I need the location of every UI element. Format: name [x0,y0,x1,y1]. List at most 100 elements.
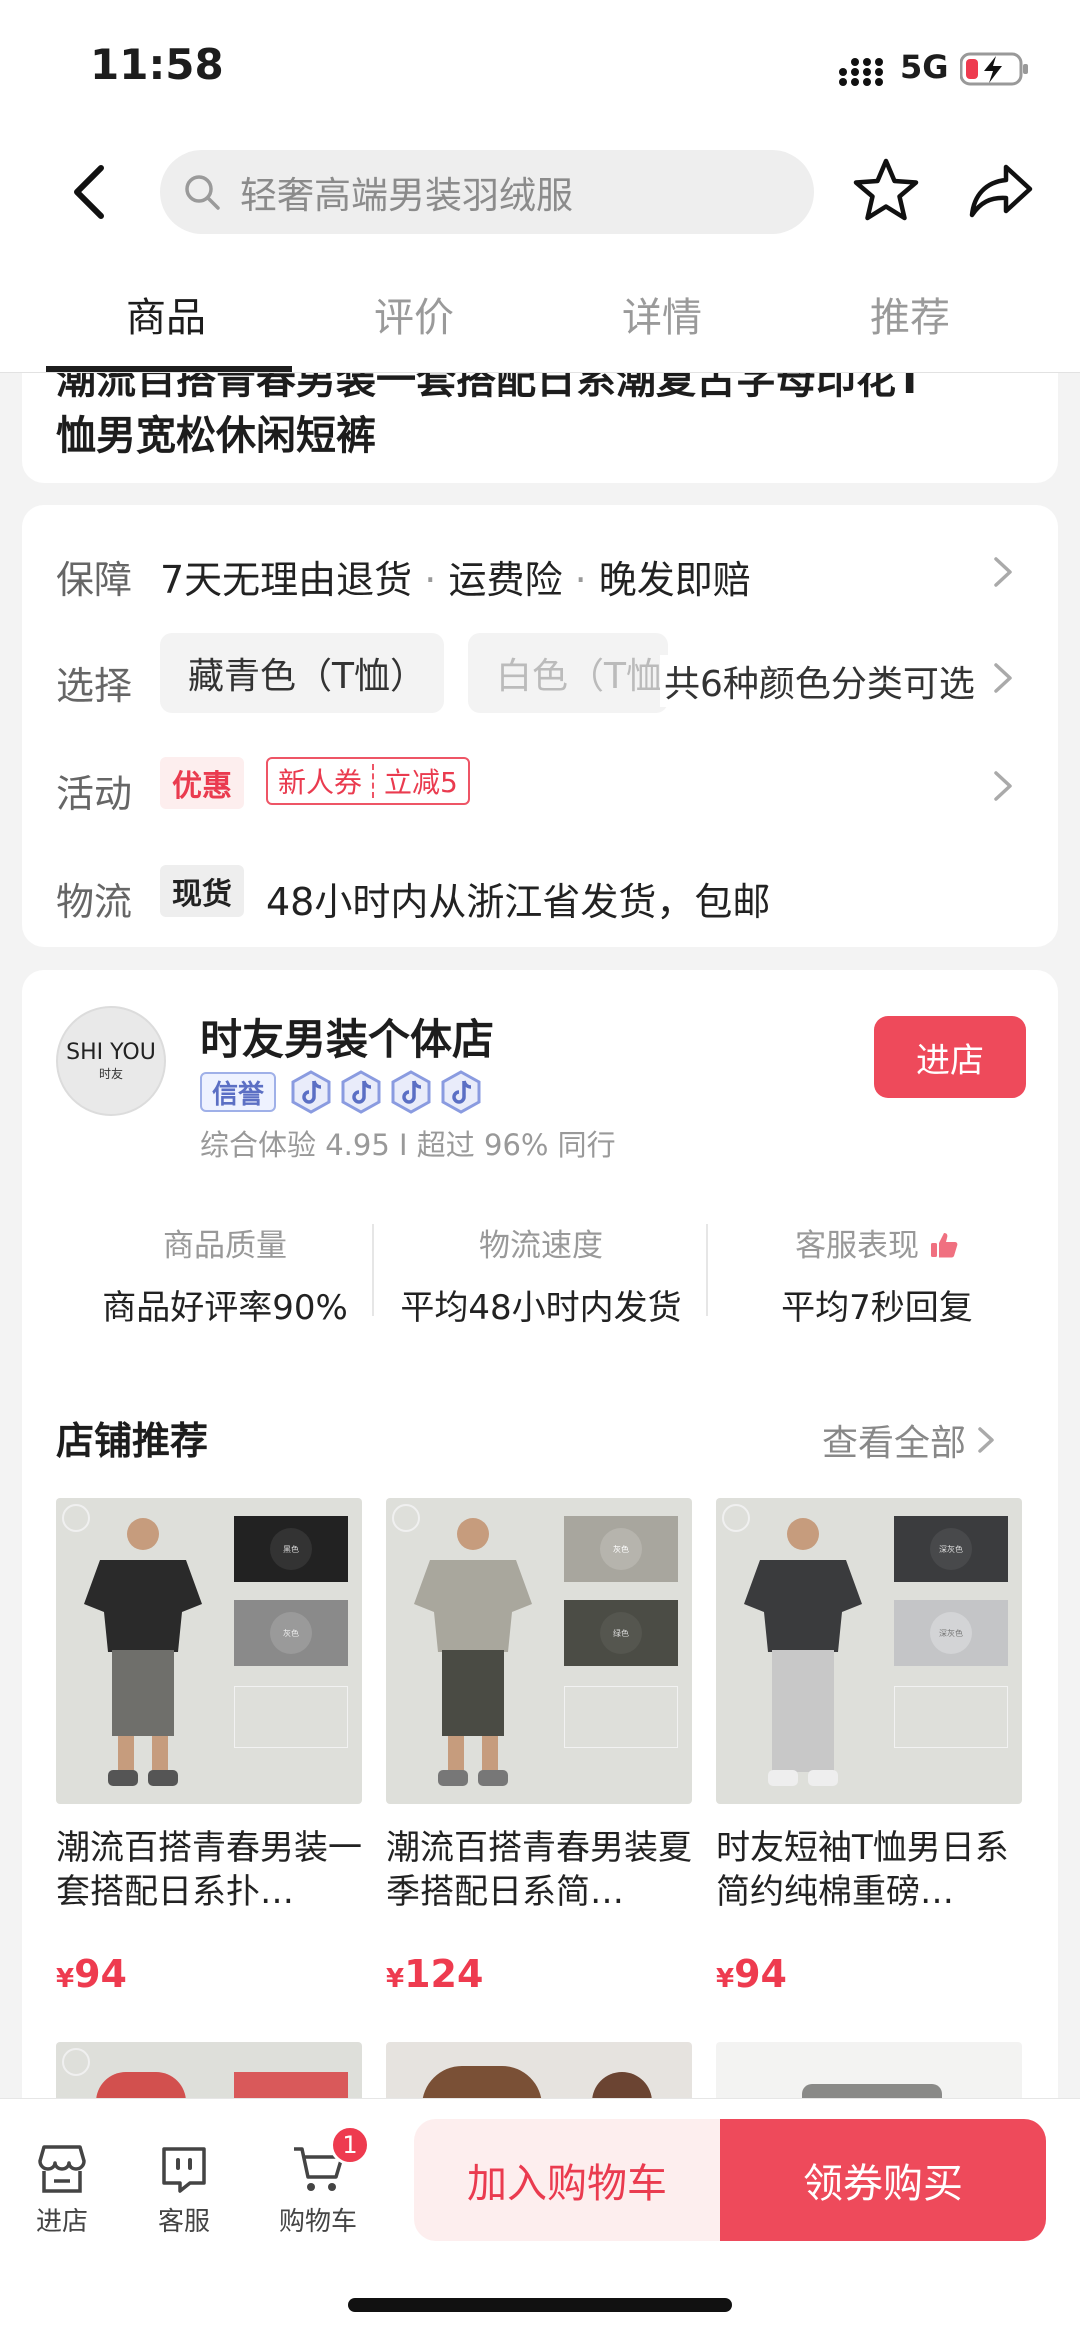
top-nav: 轻奢高端男装羽绒服 [0,135,1080,255]
cart-button[interactable]: 购物车 1 [268,2125,370,2238]
model-figure [414,1518,532,1786]
shop-logo-subtext: 时友 [98,1067,123,1081]
shop-logo[interactable]: SHI YOU 时友 [56,1006,166,1116]
product-detail-thumb [894,1686,1008,1748]
activity-label: 活动 [56,772,133,816]
product-name: 时友短袖T恤男日系简约纯棉重磅… [716,1828,1009,1912]
back-arrow-icon [74,165,104,219]
shop-metrics: 商品质量 商品好评率90% 物流速度 平均48小时内发货 客服表现 平均7秒回复 [22,1220,1058,1340]
tab-recommend[interactable]: 推荐 [830,285,990,343]
product-price: ¥94 [56,1952,362,1996]
chat-icon [162,2147,206,2193]
store-icon [38,2145,86,2193]
model-figure [84,1518,202,1786]
guarantee-item: 晚发即赔 [598,558,751,602]
product-tabs: 商品 评价 详情 推荐 [0,255,1080,373]
douyin-badge-icon [291,1070,331,1114]
cart-label: 购物车 [278,2207,357,2237]
shop-tab-button[interactable]: 进店 [12,2143,112,2238]
shop-recommend-title: 店铺推荐 [56,1419,209,1463]
color-option[interactable]: 藏青色（T恤） [160,633,444,713]
coupon-name: 新人券 [278,766,363,799]
color-swatch: 灰色 [564,1516,678,1582]
product-image: 深灰色 深灰色 [716,1498,1022,1804]
discount-tag: 优惠 [160,757,244,809]
product-card[interactable]: 灰色 绿色 潮流百搭青春男装夏季搭配日系简… ¥124 [386,1498,692,1996]
search-icon [185,175,220,210]
battery-icon [960,52,1028,86]
view-all-link[interactable]: 查看全部 [822,1414,998,1466]
favorite-star-icon[interactable] [850,155,922,227]
currency: ¥ [716,1964,735,1994]
add-to-cart-button[interactable]: 加入购物车 [414,2119,720,2241]
swatch-label: 灰色 [600,1528,642,1570]
activity-row[interactable]: 活动 优惠 新人券 立减5 [22,741,1058,831]
select-row[interactable]: 选择 藏青色（T恤） 白色（T恤 共6种颜色分类可选 [22,633,1058,723]
product-title-line1: 潮流百搭青春男装一套搭配日系潮复古字母印花T [56,373,924,403]
swatch-label: 绿色 [600,1612,642,1654]
product-price: ¥94 [716,1952,1022,1996]
shop-tab-label: 进店 [35,2207,88,2237]
back-button[interactable] [56,159,122,225]
douyin-badge-icon [341,1070,381,1114]
guarantee-items: 7天无理由退货 · 运费险 · 晚发即赔 [160,549,751,604]
network-type: 5G [900,48,949,86]
guarantee-label: 保障 [56,558,133,602]
color-swatch: 深灰色 [894,1600,1008,1666]
share-icon[interactable] [966,155,1038,227]
select-label: 选择 [56,664,133,708]
guarantee-row[interactable]: 保障 7天无理由退货 · 运费险 · 晚发即赔 [22,527,1058,617]
coupon-value: 立减5 [384,766,458,799]
coupon-buy-button[interactable]: 领券购买 [720,2119,1046,2241]
search-placeholder: 轻奢高端男装羽绒服 [240,174,573,217]
signal-icon [839,58,883,86]
color-swatch: 绿色 [564,1600,678,1666]
in-stock-tag: 现货 [160,865,244,917]
product-price: ¥124 [386,1952,692,1996]
product-image: 灰色 绿色 [386,1498,692,1804]
metric-label: 物流速度 [479,1228,603,1264]
watermark-icon [62,2048,90,2076]
tab-active-indicator [46,366,292,372]
metric-label: 商品质量 [163,1228,287,1264]
logistics-text: 48小时内从浙江省发货，包邮 [266,880,771,924]
tab-details[interactable]: 详情 [582,285,742,343]
product-detail-thumb [234,1686,348,1748]
tab-goods[interactable]: 商品 [86,285,246,343]
separator-dot: · [424,558,437,602]
status-time: 11:58 [90,40,224,89]
metric-service: 客服表现 平均7秒回复 [712,1220,1042,1329]
new-user-coupon[interactable]: 新人券 立减5 [266,757,470,805]
product-title-line2: 恤男宽松休闲短裤 [56,413,376,459]
separator-dot: · [574,558,587,602]
price-value: 94 [74,1952,127,1996]
tab-reviews[interactable]: 评价 [334,285,494,343]
currency: ¥ [386,1964,405,1994]
price-value: 124 [404,1952,484,1996]
model-figure [744,1518,862,1786]
product-name: 潮流百搭青春男装夏季搭配日系简… [386,1828,692,1912]
color-swatch: 灰色 [234,1600,348,1666]
divider [706,1224,708,1316]
guarantee-item: 运费险 [448,558,563,602]
product-image: 黑色 灰色 [56,1498,362,1804]
shop-logo-text: SHI YOU [66,1040,156,1065]
logistics-row: 物流 现货 48小时内从浙江省发货，包邮 [22,849,1058,939]
status-bar: 11:58 5G [0,0,1080,135]
customer-service-button[interactable]: 客服 [134,2143,234,2238]
credit-level-badges [290,1070,482,1114]
swatch-label: 深灰色 [930,1612,972,1654]
product-name: 潮流百搭青春男装一套搭配日系扑… [56,1828,362,1912]
search-bar[interactable]: 轻奢高端男装羽绒服 [160,150,814,234]
chevron-right-icon [994,771,1012,801]
service-card: 保障 7天无理由退货 · 运费险 · 晚发即赔 选择 藏青色（T恤） 白色（T恤… [22,505,1058,947]
shop-name[interactable]: 时友男装个体店 [200,1006,494,1067]
product-card[interactable]: 深灰色 深灰色 时友短袖T恤男日系简约纯棉重磅… ¥94 [716,1498,1022,1996]
product-card[interactable]: 黑色 灰色 潮流百搭青春男装一套搭配日系扑… ¥94 [56,1498,362,1996]
enter-shop-button[interactable]: 进店 [874,1016,1026,1098]
currency: ¥ [56,1964,75,1994]
color-option[interactable]: 白色（T恤 [468,633,668,713]
logistics-label: 物流 [56,880,133,924]
home-indicator [348,2298,732,2312]
customer-service-label: 客服 [157,2207,210,2237]
